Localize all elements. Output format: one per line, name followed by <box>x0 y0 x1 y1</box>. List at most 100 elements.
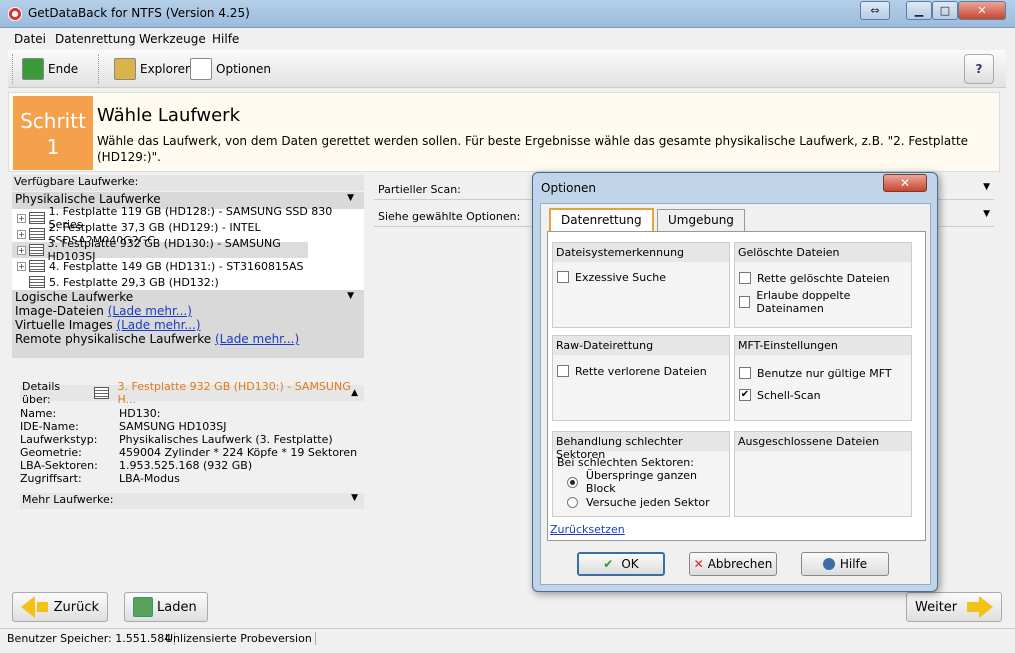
checkbox-box[interactable] <box>739 272 751 284</box>
end-button[interactable]: Ende <box>22 55 78 83</box>
checkbox-box[interactable] <box>557 271 569 283</box>
help-label: Hilfe <box>839 557 868 571</box>
next-label: Weiter <box>915 599 958 615</box>
disk-icon <box>29 260 45 272</box>
status-memory: Benutzer Speicher: 1.551.584 <box>4 632 176 645</box>
drives-label: Verfügbare Laufwerke: <box>12 175 364 191</box>
checklist-icon <box>190 58 212 80</box>
details-header[interactable]: Details über: 3. Festplatte 932 GB (HD13… <box>20 380 364 406</box>
title-bar[interactable]: GetDataBack for NTFS (Version 4.25) ⇔ ▁ … <box>0 0 1015 28</box>
dialog-body: Datenrettung Umgebung Dateisystemerkennu… <box>540 203 931 585</box>
detail-value: 1.953.525.168 (932 GB) <box>119 459 253 472</box>
close-button[interactable]: ✕ <box>958 1 1006 20</box>
quick-scan-checkbox[interactable]: ✔ Schell-Scan <box>739 388 821 402</box>
group-filesystem: Dateisystemerkennung Exzessive Suche <box>552 242 730 328</box>
details-panel: Details über: 3. Festplatte 932 GB (HD13… <box>20 380 364 510</box>
detail-key: IDE-Name: <box>20 420 79 433</box>
options-label: Optionen <box>216 62 272 76</box>
virtual-images-label: Virtuelle Images <box>15 318 113 332</box>
recover-lost-checkbox[interactable]: Rette verlorene Dateien <box>557 364 707 378</box>
more-drives-header[interactable]: Mehr Laufwerke: ▼ <box>20 493 364 509</box>
help-button[interactable]: ? <box>964 54 994 84</box>
radio-unselected[interactable] <box>567 496 578 508</box>
options-button[interactable]: Optionen <box>190 55 271 83</box>
arrow-right-icon <box>979 596 993 618</box>
load-more-image-link[interactable]: (Lade mehr...) <box>108 304 192 318</box>
logical-drives-label: Logische Laufwerke <box>15 290 134 304</box>
expand-icon[interactable]: + <box>17 213 26 223</box>
expand-icon[interactable]: + <box>17 261 26 271</box>
expand-icon[interactable]: + <box>17 245 26 255</box>
explorer-label: Explorer <box>140 62 190 76</box>
detail-value: 459004 Zylinder * 224 Köpfe * 19 Sektore… <box>119 446 358 459</box>
download-icon <box>133 597 153 617</box>
minimize-button[interactable]: ▁ <box>906 1 932 20</box>
checkmark-icon: ✔ <box>603 557 614 571</box>
details-label: Details über: <box>22 380 61 406</box>
checkbox-box[interactable] <box>739 367 751 379</box>
drive-item-3[interactable]: +3. Festplatte 932 GB (HD130:) - SAMSUNG… <box>12 237 308 263</box>
allow-duplicates-checkbox[interactable]: Erlaube doppelte Dateinamen <box>739 289 911 315</box>
try-each-sector-label: Versuche jeden Sektor <box>586 495 710 509</box>
dialog-close-button[interactable]: ✕ <box>883 174 927 192</box>
load-button[interactable]: Laden <box>124 592 208 622</box>
cancel-label: Abbrechen <box>707 557 773 571</box>
logical-drives-header[interactable]: Logische Laufwerke ▼ <box>15 290 364 304</box>
maximize-button[interactable]: □ <box>932 1 958 20</box>
ok-button[interactable]: ✔ OK <box>577 552 665 576</box>
try-each-sector-radio[interactable]: Versuche jeden Sektor <box>567 495 710 509</box>
disk-icon <box>28 212 45 224</box>
menu-hilfe[interactable]: Hilfe <box>212 32 239 46</box>
checkbox-box[interactable] <box>557 365 569 377</box>
tab-umgebung[interactable]: Umgebung <box>657 209 745 231</box>
step-header: Schritt 1 Wähle Laufwerk Wähle das Laufw… <box>8 92 1000 172</box>
drive-item-4[interactable]: +4. Festplatte 149 GB (HD131:) - ST31608… <box>12 258 303 274</box>
excessive-search-label: Exzessive Suche <box>575 270 667 284</box>
group-excluded-title: Ausgeschlossene Dateien <box>735 432 911 451</box>
tab-datenrettung[interactable]: Datenrettung <box>549 208 654 232</box>
valid-mft-label: Benutze nur gültige MFT <box>757 366 892 380</box>
detail-key: Zugriffsart: <box>20 472 82 485</box>
expand-icon[interactable]: + <box>17 229 26 239</box>
tab-panel: Dateisystemerkennung Exzessive Suche Gel… <box>547 231 926 541</box>
menu-datei[interactable]: Datei <box>14 32 46 46</box>
menu-datenrettung[interactable]: Datenrettung <box>55 32 136 46</box>
next-button[interactable]: Weiter <box>906 592 1002 622</box>
checkbox-box[interactable] <box>739 296 751 308</box>
skip-block-radio[interactable]: Überspringe ganzen Block <box>567 469 729 495</box>
help-dialog-button[interactable]: Hilfe <box>801 552 889 576</box>
reset-link[interactable]: Zurücksetzen <box>550 523 625 536</box>
cancel-button[interactable]: ✕ Abbrechen <box>689 552 777 576</box>
detail-key: Laufwerkstyp: <box>20 433 98 446</box>
disk-icon <box>28 228 45 240</box>
excessive-search-checkbox[interactable]: Exzessive Suche <box>557 270 666 284</box>
quick-scan-label: Schell-Scan <box>757 388 821 402</box>
exit-icon <box>22 58 44 80</box>
group-deleted-files: Gelöschte Dateien Rette gelöschte Dateie… <box>734 242 912 328</box>
valid-mft-checkbox[interactable]: Benutze nur gültige MFT <box>739 366 892 380</box>
step-label: Schritt <box>20 109 86 133</box>
explorer-icon <box>114 58 136 80</box>
disk-icon <box>93 387 110 399</box>
restore-button[interactable]: ⇔ <box>860 1 890 20</box>
more-drives-label: Mehr Laufwerke: <box>22 493 114 506</box>
skip-block-label: Überspringe ganzen Block <box>585 469 697 495</box>
load-more-virtual-link[interactable]: (Lade mehr...) <box>116 318 200 332</box>
remote-drives-row: Remote physikalische Laufwerke (Lade meh… <box>15 332 364 346</box>
image-files-row: Image-Dateien (Lade mehr...) <box>15 304 364 318</box>
bad-sectors-sublabel: Bei schlechten Sektoren: <box>557 456 694 469</box>
back-button[interactable]: Zurück <box>12 592 108 622</box>
drive-item-5[interactable]: 5. Festplatte 29,3 GB (HD132:) <box>12 274 219 290</box>
checkbox-checked[interactable]: ✔ <box>739 389 751 401</box>
load-more-remote-link[interactable]: (Lade mehr...) <box>215 332 299 346</box>
physical-drives-label: Physikalische Laufwerke <box>15 192 161 206</box>
explorer-button[interactable]: Explorer <box>114 55 190 83</box>
radio-selected[interactable] <box>567 476 578 488</box>
recover-deleted-checkbox[interactable]: Rette gelöschte Dateien <box>739 271 890 285</box>
group-bad-title: Behandlung schlechter Sektoren <box>553 432 729 461</box>
menu-werkzeuge[interactable]: Werkzeuge <box>139 32 206 46</box>
disk-icon <box>28 244 44 256</box>
detail-key: Name: <box>20 407 57 420</box>
toolbar: Ende Explorer Optionen ? <box>8 50 1006 88</box>
cancel-icon: ✕ <box>693 557 704 571</box>
